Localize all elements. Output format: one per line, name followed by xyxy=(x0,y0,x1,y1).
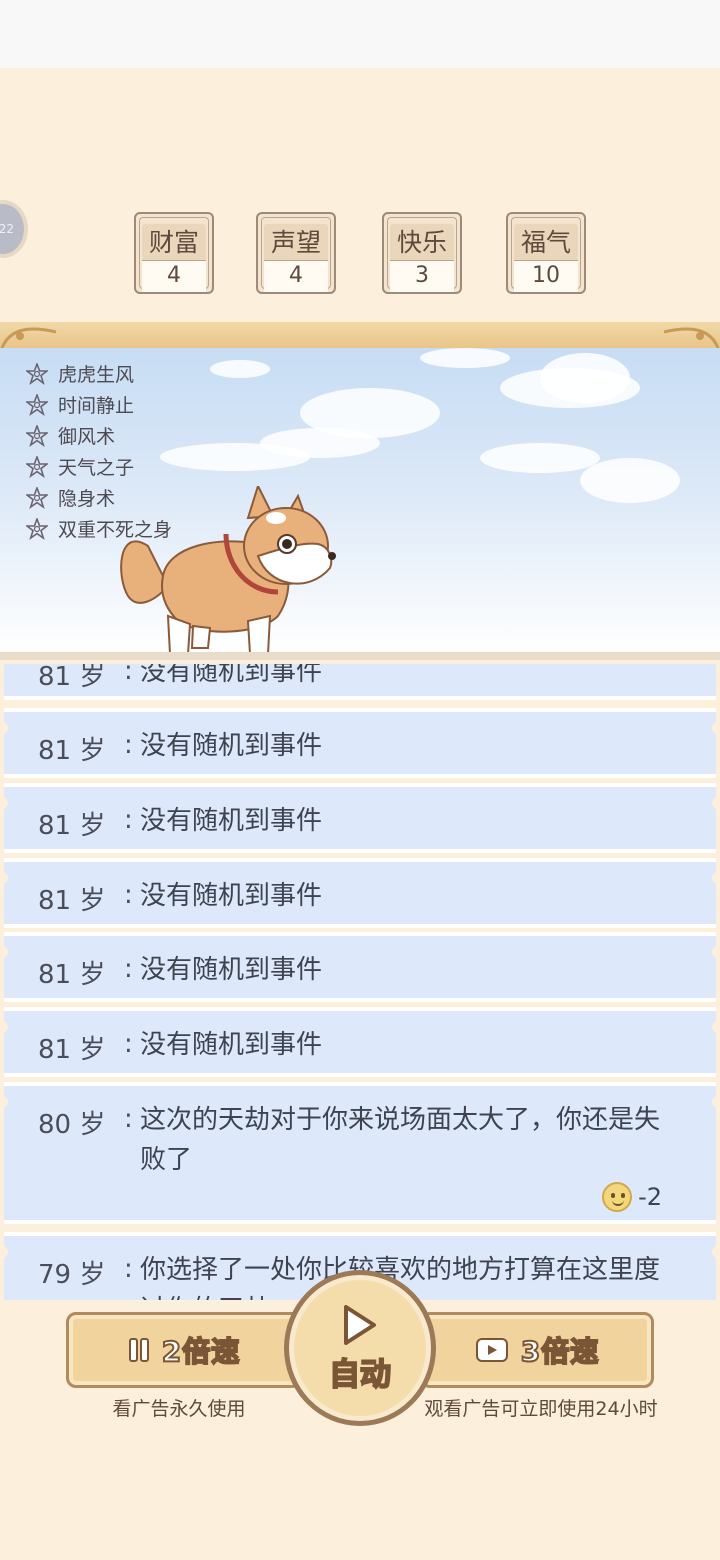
star-icon xyxy=(26,362,48,385)
star-icon xyxy=(26,393,48,416)
star-icon xyxy=(26,455,48,478)
entry-age: 81 岁 xyxy=(38,736,106,766)
ornament-right-icon xyxy=(663,327,720,349)
entry-text: 这次的天劫对于你来说场面太大了，你还是失败了 xyxy=(140,1105,661,1175)
entry-text: 没有随机到事件 xyxy=(140,664,323,687)
log-entry: 81 岁 : 没有随机到事件 xyxy=(0,1007,720,1077)
speed-3x-label: 3倍速 xyxy=(520,1334,600,1369)
entry-age: 81 岁 xyxy=(38,811,106,841)
entry-age: 81 岁 xyxy=(38,960,106,990)
skill-label: 虎虎生风 xyxy=(58,364,135,386)
log-entry: 81 岁 : 没有随机到事件 xyxy=(0,708,720,778)
stat-reputation: 声望 4 xyxy=(256,212,336,294)
speed-2x-label: 2倍速 xyxy=(161,1334,241,1369)
stat-label: 声望 xyxy=(264,224,328,262)
stat-fortune: 福气 10 xyxy=(506,212,586,294)
stat-value: 10 xyxy=(514,260,578,292)
skill-label: 双重不死之身 xyxy=(58,519,173,541)
video-ad-icon xyxy=(475,1338,508,1362)
entry-age: 81 岁 xyxy=(38,664,106,692)
log-entry: 81 岁 : 没有随机到事件 xyxy=(0,932,720,1002)
skill-item: 天气之子 xyxy=(26,451,246,482)
stat-happiness: 快乐 3 xyxy=(382,212,462,294)
entry-age: 79 岁 xyxy=(38,1260,106,1290)
entry-text: 没有随机到事件 xyxy=(140,731,323,761)
skill-item: 御风术 xyxy=(26,420,246,451)
skill-item: 双重不死之身 xyxy=(26,513,246,544)
entry-separator: : xyxy=(124,1254,133,1284)
entry-separator: : xyxy=(124,664,133,686)
entry-separator: : xyxy=(124,1029,133,1059)
stat-label: 财富 xyxy=(142,224,206,262)
log-entry: 80 岁 : 这次的天劫对于你来说场面太大了，你还是失败了 -2 xyxy=(0,1082,720,1224)
happiness-effect: -2 xyxy=(602,1182,662,1212)
skill-label: 御风术 xyxy=(58,426,116,448)
event-log[interactable]: 81 岁 : 没有随机到事件 81 岁 : 没有随机到事件 81 岁 : 没有随… xyxy=(0,664,720,1300)
star-icon xyxy=(26,517,48,540)
star-icon xyxy=(26,424,48,447)
auto-label: 自动 xyxy=(328,1356,392,1394)
auto-button[interactable]: 自动 xyxy=(284,1270,436,1426)
entry-age: 81 岁 xyxy=(38,886,106,916)
log-entry: 81 岁 : 没有随机到事件 xyxy=(4,664,716,700)
entry-separator: : xyxy=(124,880,133,910)
skill-item: 时间静止 xyxy=(26,389,246,420)
skill-label: 隐身术 xyxy=(58,488,116,510)
entry-age: 81 岁 xyxy=(38,1035,106,1065)
side-badge-label: 22 xyxy=(0,222,14,236)
stat-wealth: 财富 4 xyxy=(134,212,214,294)
entry-age: 80 岁 xyxy=(38,1110,106,1140)
skill-list: 虎虎生风 时间静止 御风术 天气之子 隐身术 双重不死之身 xyxy=(26,358,246,544)
stat-value: 4 xyxy=(264,260,328,292)
stat-label: 快乐 xyxy=(390,224,454,262)
stat-label: 福气 xyxy=(514,224,578,262)
speed-3x-note: 观看广告可立即使用24小时 xyxy=(424,1398,658,1420)
entry-text: 没有随机到事件 xyxy=(140,1030,323,1060)
header xyxy=(0,68,720,330)
smile-icon xyxy=(602,1182,633,1212)
stat-value: 3 xyxy=(390,260,454,292)
star-icon xyxy=(26,486,48,509)
entry-separator: : xyxy=(124,730,133,760)
speed-2x-button[interactable]: 2倍速 xyxy=(66,1312,302,1388)
entry-text: 没有随机到事件 xyxy=(140,955,323,985)
speed-2x-note: 看广告永久使用 xyxy=(112,1398,246,1420)
entry-separator: : xyxy=(124,954,133,984)
ornament-left-icon xyxy=(0,327,57,349)
skill-item: 隐身术 xyxy=(26,482,246,513)
entry-separator: : xyxy=(124,805,133,835)
stat-value: 4 xyxy=(142,260,206,292)
skill-item: 虎虎生风 xyxy=(26,358,246,389)
ornament-border xyxy=(0,322,720,350)
skill-label: 天气之子 xyxy=(58,457,135,479)
speed-3x-button[interactable]: 3倍速 xyxy=(420,1312,654,1388)
status-bar xyxy=(0,0,720,68)
play-icon xyxy=(344,1304,376,1345)
effect-value: -2 xyxy=(638,1183,662,1211)
entry-text: 没有随机到事件 xyxy=(140,881,323,911)
skill-label: 时间静止 xyxy=(58,395,135,417)
pause-icon xyxy=(128,1338,149,1362)
entry-text: 没有随机到事件 xyxy=(140,806,323,836)
log-entry: 81 岁 : 没有随机到事件 xyxy=(0,783,720,853)
log-entry: 81 岁 : 没有随机到事件 xyxy=(0,858,720,928)
entry-separator: : xyxy=(124,1104,133,1134)
